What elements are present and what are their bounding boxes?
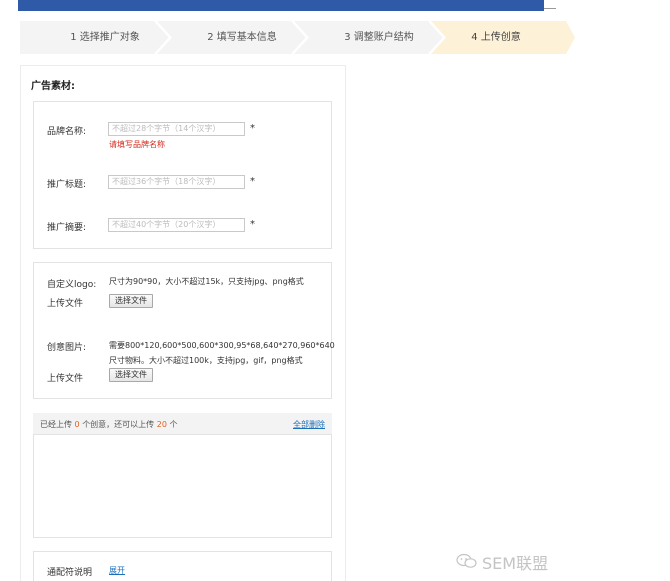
creative-image-limits: 尺寸物料。大小不超过100k，支持jpg，gif，png格式 [109,356,303,365]
upload-middle: 个创意，还可以上传 [82,420,155,429]
upload-prefix: 已经上传 [40,420,72,429]
logo-choose-file-button[interactable]: 选择文件 [109,294,153,308]
brand-name-required-mark: * [250,123,255,134]
promo-title-required-mark: * [250,176,255,187]
uploaded-count: 0 [74,420,80,429]
upload-count-text: 已经上传 0 个创意，还可以上传 20 个 [40,419,177,430]
ad-material-title: 广告素材: [31,81,75,92]
promo-title-label: 推广标题: [47,180,87,190]
wildcard-expand-link[interactable]: 展开 [109,565,125,576]
custom-logo-label: 自定义logo: [47,280,97,290]
wechat-icon [456,553,477,568]
step-4-upload-creative[interactable]: 4 上传创意 [446,21,546,54]
creative-image-label: 创意图片: [47,343,87,353]
remaining-count: 20 [156,420,167,429]
promo-title-input[interactable]: 不超过36个字节（18个汉字） [108,175,245,189]
step-2-basic-info[interactable]: 2 填写基本信息 [177,21,307,54]
brand-name-label: 品牌名称: [47,127,87,137]
top-nav-bar [18,0,544,11]
creative-choose-file-button[interactable]: 选择文件 [109,368,153,382]
brand-name-input[interactable]: 不超过28个字节（14个汉字） [108,122,245,136]
promo-summary-required-mark: * [250,219,255,230]
step-1-select-target[interactable]: 1 选择推广对象 [40,21,170,54]
custom-logo-desc: 尺寸为90*90，大小不超过15k，只支持jpg、png格式 [109,277,304,286]
creative-image-sizes: 需要800*120,600*500,600*300,95*68,640*270,… [109,341,335,350]
wildcard-label: 通配符说明 [47,568,93,578]
brand-name-error: 请填写品牌名称 [109,140,165,149]
promo-summary-input[interactable]: 不超过40个字节（20个汉字） [108,218,245,232]
logo-upload-label: 上传文件 [47,299,84,309]
creative-upload-label: 上传文件 [47,374,84,384]
delete-all-link[interactable]: 全部删除 [293,419,325,430]
promo-summary-label: 推广摘要: [47,223,87,233]
upload-suffix: 个 [169,420,178,429]
top-divider [544,8,556,9]
watermark-text: SEM联盟 [482,554,549,573]
step-3-account-structure[interactable]: 3 调整账户结构 [314,21,444,54]
